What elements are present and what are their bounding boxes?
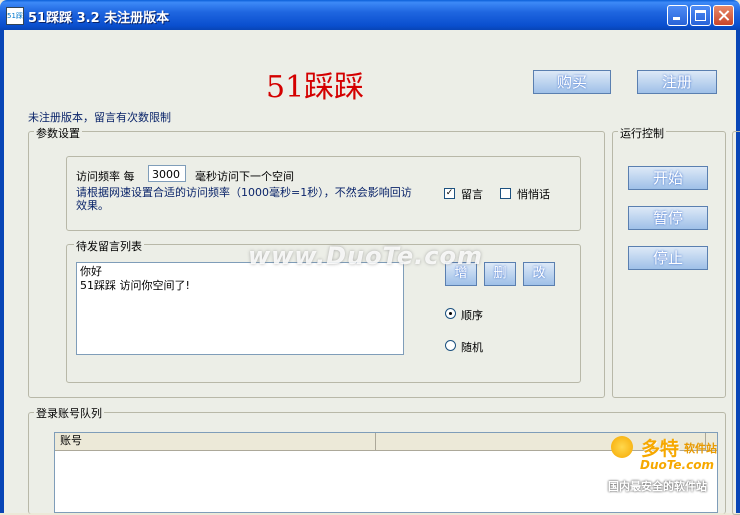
- edit-message-button[interactable]: 改: [523, 262, 555, 286]
- frequency-input[interactable]: 3000: [148, 165, 186, 182]
- column-header-account[interactable]: 账号: [55, 433, 376, 450]
- random-radio-label: 随机: [461, 341, 483, 354]
- side-group-edge: [732, 131, 740, 515]
- stop-button[interactable]: 停止: [628, 246, 708, 270]
- frequency-label: 访问频率 每: [76, 170, 135, 183]
- watermark-brand-sub: 软件站: [684, 442, 717, 455]
- watermark-slogan: 国内最安全的软件站: [608, 480, 707, 493]
- random-radio[interactable]: [445, 340, 456, 351]
- frequency-hint: 请根据网速设置合适的访问频率（1000毫秒=1秒），不然会影响回访效果。: [76, 186, 412, 212]
- order-radio-label: 顺序: [461, 309, 483, 322]
- watermark-logo-icon: [611, 436, 633, 458]
- frequency-unit-label: 毫秒访问下一个空间: [195, 170, 294, 183]
- params-group-label: 参数设置: [34, 125, 82, 141]
- unregistered-notice: 未注册版本，留言有次数限制: [28, 111, 171, 124]
- app-heading: 51踩踩: [266, 70, 365, 105]
- close-button[interactable]: [713, 5, 734, 26]
- leave-message-checkbox[interactable]: ✓: [444, 188, 455, 199]
- register-button[interactable]: 注册: [637, 70, 717, 94]
- message-line: 51踩踩 访问你空间了!: [80, 279, 190, 292]
- whisper-checkbox[interactable]: [500, 188, 511, 199]
- title-bar: 51踩 51踩踩 3.2 未注册版本: [0, 0, 740, 30]
- run-control-group-label: 运行控制: [618, 125, 666, 141]
- delete-message-button[interactable]: 删: [484, 262, 516, 286]
- window-title: 51踩踩 3.2 未注册版本: [28, 11, 170, 26]
- message-list-group-label: 待发留言列表: [74, 238, 144, 254]
- minimize-button[interactable]: [667, 5, 688, 26]
- leave-message-label: 留言: [461, 188, 483, 201]
- start-button[interactable]: 开始: [628, 166, 708, 190]
- whisper-label: 悄悄话: [517, 188, 550, 201]
- message-list-textarea[interactable]: 你好 51踩踩 访问你空间了!: [76, 262, 404, 355]
- app-icon[interactable]: 51踩: [6, 7, 24, 25]
- account-queue-group-label: 登录账号队列: [34, 405, 104, 421]
- watermark-domain: DuoTe.com: [640, 458, 714, 472]
- pause-button[interactable]: 暂停: [628, 206, 708, 230]
- maximize-button[interactable]: [690, 5, 711, 26]
- center-watermark: www.DuoTe.com: [248, 242, 483, 270]
- order-radio[interactable]: [445, 308, 456, 319]
- buy-button[interactable]: 购买: [533, 70, 611, 94]
- watermark-brand: 多特: [641, 438, 680, 460]
